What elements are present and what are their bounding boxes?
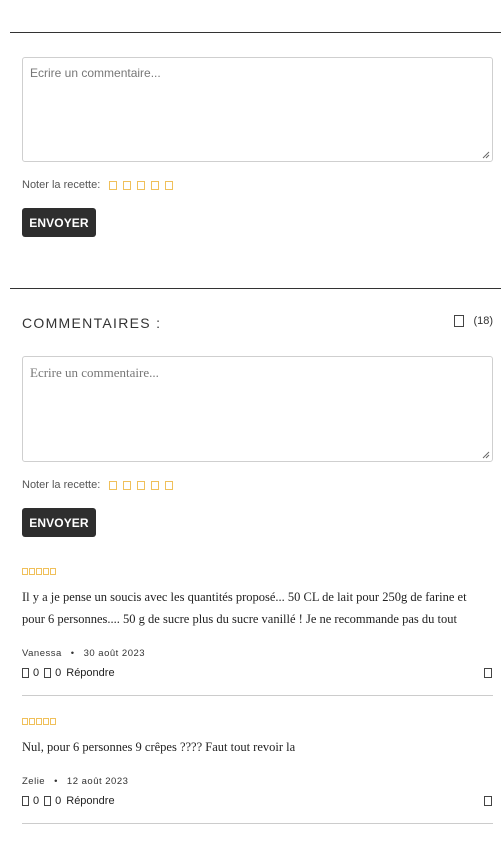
comment-separator — [22, 695, 493, 696]
star-icon[interactable] — [109, 480, 118, 490]
resize-grip-icon[interactable] — [482, 451, 490, 459]
likes-count: 0 — [33, 795, 40, 807]
star-icon[interactable] — [123, 180, 132, 190]
meta-separator: • — [54, 776, 58, 787]
meta-separator: • — [70, 648, 75, 659]
resize-grip-icon[interactable] — [482, 151, 490, 159]
report-flag-icon[interactable] — [484, 796, 492, 806]
star-icon[interactable] — [137, 480, 146, 490]
comment-text: Il y a je pense un soucis avec les quant… — [22, 590, 467, 626]
star-icon[interactable] — [151, 480, 160, 490]
star-icon[interactable] — [123, 480, 132, 490]
star-icon[interactable] — [137, 180, 146, 190]
rating-stars-input[interactable] — [109, 180, 174, 190]
star-icon[interactable] — [165, 180, 174, 190]
star-icon — [36, 568, 42, 575]
reply-link[interactable]: Répondre — [66, 667, 114, 679]
comments-count[interactable]: (18) — [454, 315, 493, 327]
likes-count: 0 — [33, 667, 40, 679]
star-icon — [43, 568, 49, 575]
star-icon — [22, 718, 28, 725]
submit-button[interactable]: ENVOYER — [22, 508, 96, 537]
rating-stars-input[interactable] — [109, 480, 174, 490]
star-icon — [50, 718, 56, 725]
section-divider — [10, 288, 501, 289]
comment-actions: 0 0 Répondre — [22, 667, 115, 679]
thumbs-up-icon[interactable] — [22, 796, 29, 806]
comment-rating — [22, 568, 56, 575]
rating-label: Noter la recette: — [22, 479, 101, 491]
comment-author: Vanessa — [22, 648, 62, 659]
thumbs-down-icon[interactable] — [44, 668, 52, 678]
thumbs-up-icon[interactable] — [22, 668, 29, 678]
comment-textarea-top[interactable]: Ecrire un commentaire... — [22, 57, 493, 162]
dislikes-count: 0 — [55, 667, 62, 679]
top-divider — [10, 32, 501, 33]
thumbs-down-icon[interactable] — [44, 796, 52, 806]
comment-rating — [22, 718, 56, 725]
comment-actions: 0 0 Répondre — [22, 795, 115, 807]
comment-text: Nul, pour 6 personnes 9 crêpes ???? Faut… — [22, 740, 296, 754]
comment-author: Zelie — [22, 776, 46, 787]
star-icon — [29, 718, 35, 725]
comment-meta: Vanessa • 30 août 2023 — [22, 648, 145, 659]
comment-textarea[interactable]: Ecrire un commentaire... — [22, 356, 493, 462]
star-icon — [22, 568, 28, 575]
rating-row-top: Noter la recette: — [22, 179, 174, 191]
rating-label: Noter la recette: — [22, 179, 101, 191]
report-flag-icon[interactable] — [484, 668, 492, 678]
star-icon — [43, 718, 49, 725]
rating-row: Noter la recette: — [22, 479, 174, 491]
comment-separator — [22, 823, 493, 824]
comments-count-value: (18) — [473, 315, 493, 327]
comment-placeholder: Ecrire un commentaire... — [30, 365, 159, 380]
star-icon[interactable] — [151, 180, 160, 190]
star-icon — [50, 568, 56, 575]
dislikes-count: 0 — [55, 795, 62, 807]
star-icon — [36, 718, 42, 725]
comment-date: 30 août 2023 — [83, 648, 146, 659]
comment-meta: Zelie • 12 août 2023 — [22, 776, 128, 787]
star-icon[interactable] — [109, 180, 118, 190]
star-icon — [29, 568, 35, 575]
comment-date: 12 août 2023 — [66, 776, 129, 787]
comment-placeholder: Ecrire un commentaire... — [30, 66, 161, 80]
comment-bubble-icon — [454, 315, 465, 327]
comments-title: COMMENTAIRES : — [22, 315, 162, 331]
reply-link[interactable]: Répondre — [66, 795, 114, 807]
submit-button-top[interactable]: ENVOYER — [22, 208, 96, 237]
star-icon[interactable] — [165, 480, 174, 490]
